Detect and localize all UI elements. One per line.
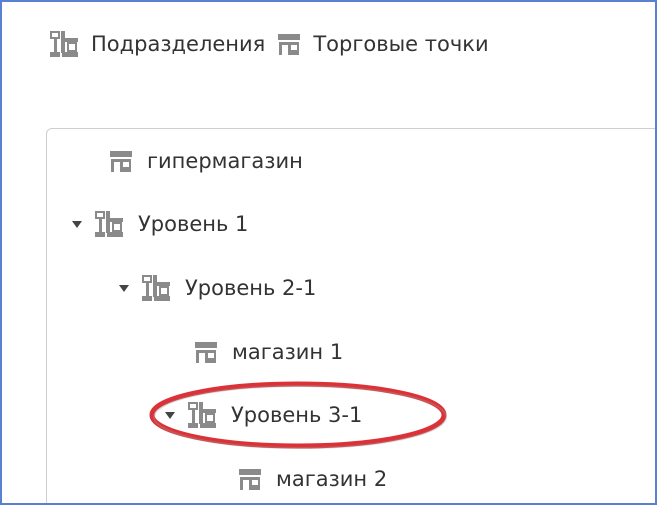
type-legend-toolbar: Подразделения Торговые точки: [49, 22, 489, 66]
tree-item-level-1[interactable]: Уровень 1: [70, 207, 248, 241]
storefront-icon: [109, 149, 133, 173]
org-structure-icon: [94, 210, 124, 238]
storefront-icon: [238, 467, 262, 491]
caret-down-icon[interactable]: [70, 217, 84, 231]
org-structure-icon: [187, 401, 217, 429]
caret-down-icon[interactable]: [163, 408, 177, 422]
storefront-icon: [277, 32, 301, 56]
app-frame: Подразделения Торговые точки гипермагази…: [0, 0, 657, 505]
tree-item-store-2[interactable]: магазин 2: [238, 462, 387, 496]
caret-down-icon[interactable]: [117, 281, 131, 295]
storefront-icon: [194, 340, 218, 364]
tree-item-label: Уровень 1: [138, 212, 249, 236]
tree-item-level-3-1[interactable]: Уровень 3-1: [163, 398, 362, 432]
tree-item-label: Уровень 2-1: [185, 276, 317, 300]
outlets-filter[interactable]: Торговые точки: [277, 32, 489, 56]
tree-item-label: гипермагазин: [147, 149, 303, 173]
tree-item-level-2-1[interactable]: Уровень 2-1: [117, 271, 316, 305]
divisions-filter[interactable]: Подразделения: [49, 30, 265, 58]
org-structure-icon: [141, 274, 171, 302]
tree-item-label: магазин 1: [232, 340, 344, 364]
tree-item-label: магазин 2: [276, 467, 388, 491]
tree-item-store-1[interactable]: магазин 1: [194, 335, 343, 369]
tree-item-label: Уровень 3-1: [231, 403, 363, 427]
structure-tree-panel: [46, 128, 655, 503]
tree-item-hypermarket[interactable]: гипермагазин: [109, 144, 303, 178]
outlets-label: Торговые точки: [313, 32, 489, 56]
org-structure-icon: [49, 30, 79, 58]
divisions-label: Подразделения: [91, 32, 266, 56]
